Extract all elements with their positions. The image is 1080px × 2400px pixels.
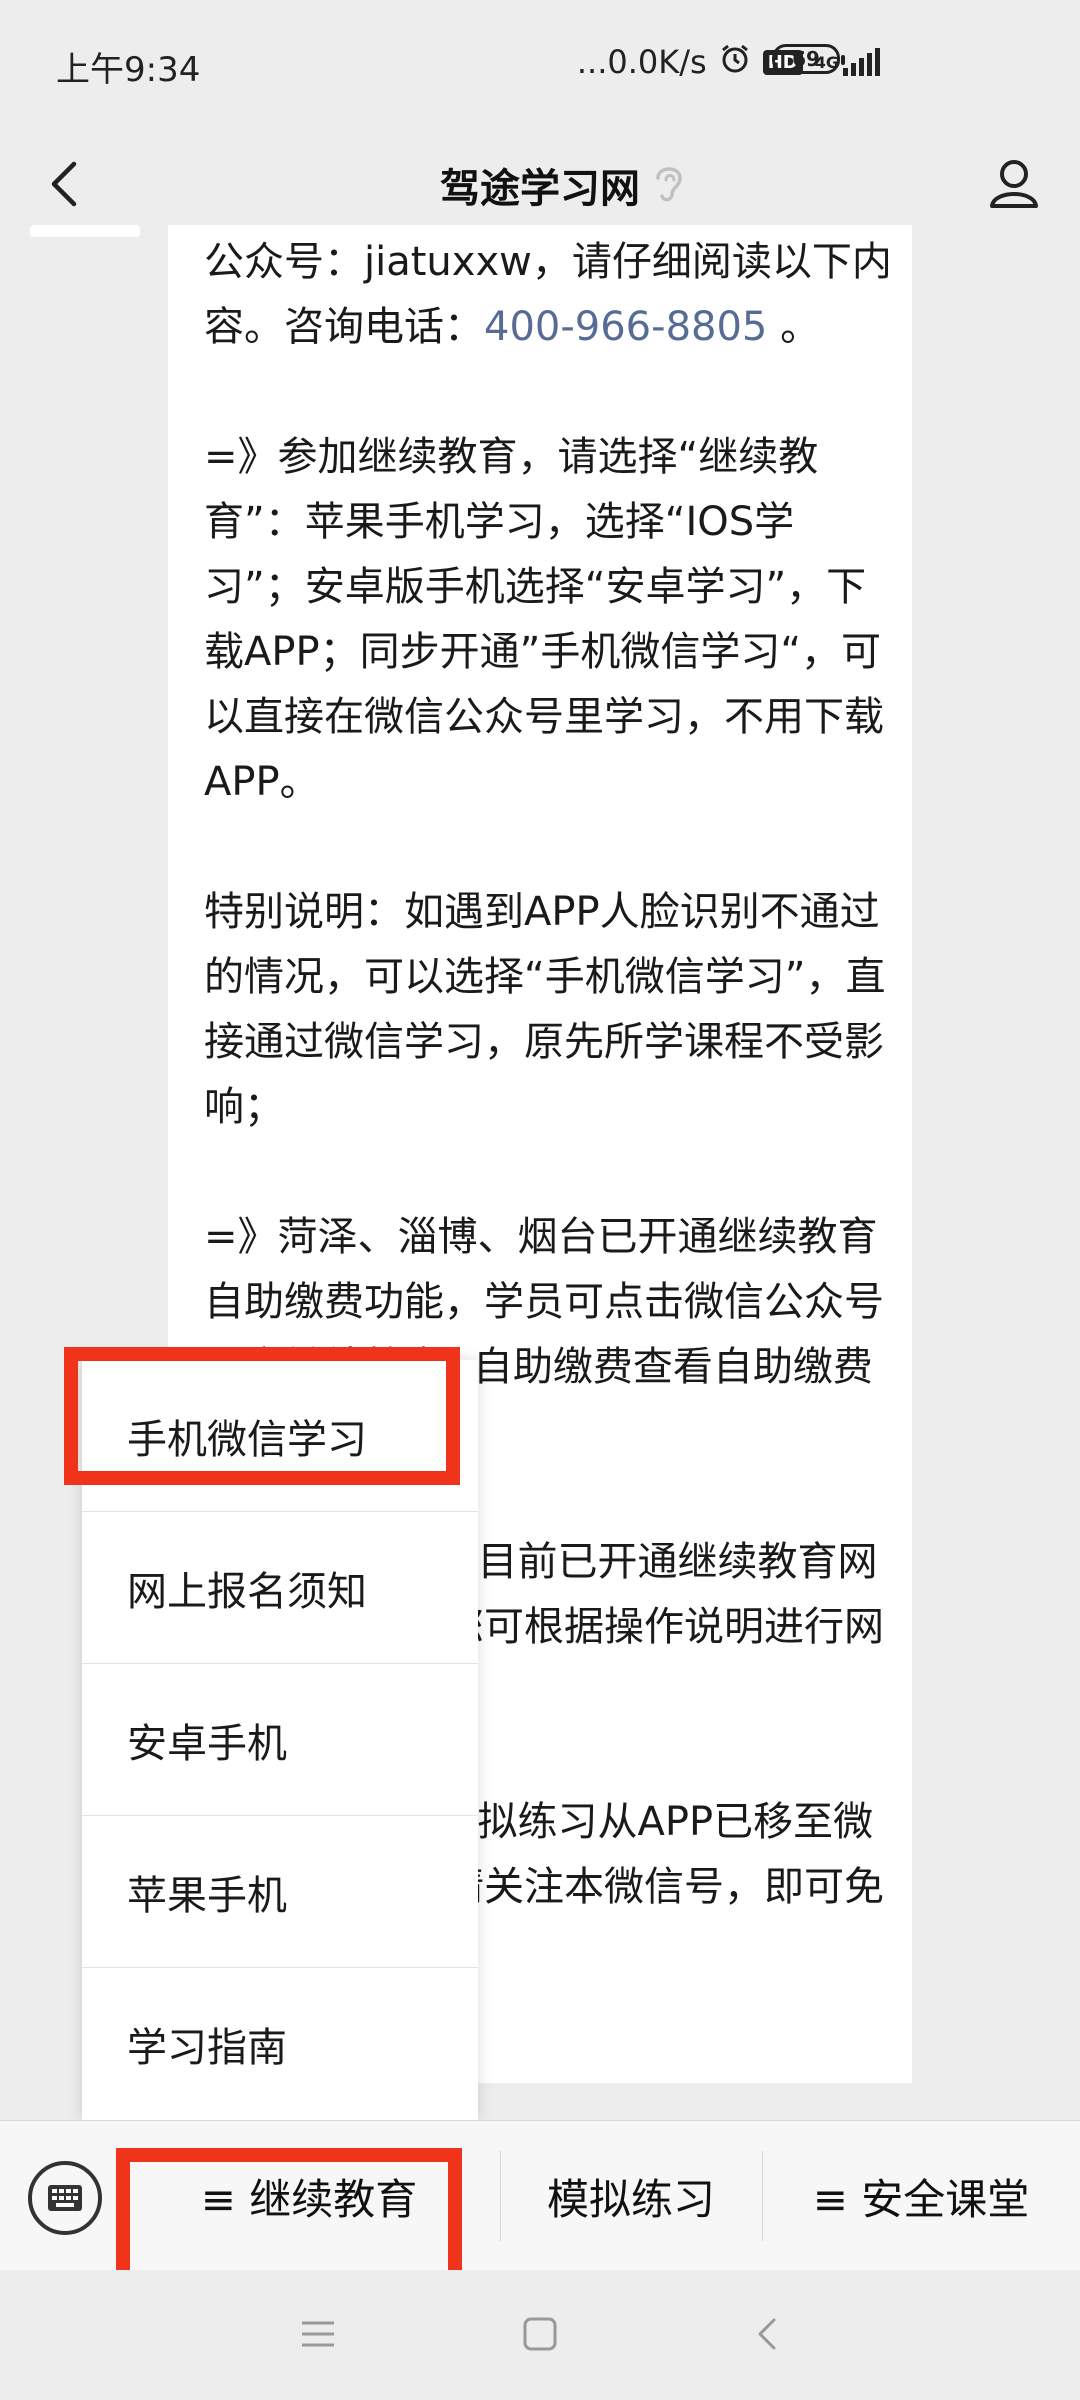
battery-icon: 69 [772, 44, 845, 74]
page-title: 驾途学习网 [440, 166, 640, 212]
recent-apps-icon[interactable] [298, 2314, 338, 2354]
alarm-icon [719, 42, 751, 82]
paragraph-intro: 公众号：jiatuxxw，请仔细阅读以下内容。咨询电话：400-966-8805… [204, 239, 892, 350]
net-speed: ...0.0K/s [576, 43, 707, 81]
highlight-box-submenu [64, 1347, 460, 1485]
paragraph-special-note: 特别说明：如遇到APP人脸识别不通过的情况，可以选择“手机微信学习”，直接通过微… [204, 889, 886, 1130]
user-icon [990, 160, 1038, 208]
paragraph-continuing-education: =》参加继续教育，请选择“继续教育”：苹果手机学习，选择“IOS学习”；安卓版手… [204, 434, 884, 805]
phone-link[interactable]: 400-966-8805 [484, 304, 767, 350]
menu-mock-practice[interactable]: 模拟练习 [500, 2161, 762, 2231]
back-nav-icon[interactable] [748, 2314, 788, 2354]
signal-icon [843, 48, 880, 76]
previous-message-edge [30, 225, 140, 237]
keyboard-icon [48, 2185, 82, 2211]
submenu-item-registration-notice[interactable]: 网上报名须知 [82, 1512, 478, 1664]
ear-icon [652, 160, 686, 206]
submenu-item-study-guide[interactable]: 学习指南 [82, 1968, 478, 2120]
submenu-item-iphone[interactable]: 苹果手机 [82, 1816, 478, 1968]
home-icon[interactable] [520, 2314, 560, 2354]
nav-bar: 驾途学习网 [0, 130, 1080, 240]
keyboard-toggle-button[interactable] [28, 2161, 102, 2235]
status-time: 上午9:34 [56, 50, 201, 90]
system-nav-bar [0, 2270, 1080, 2400]
menu-safety-class[interactable]: ≡ 安全课堂 [762, 2161, 1080, 2231]
profile-button[interactable] [984, 152, 1044, 216]
status-bar: 上午9:34 ...0.0K/s HD 4G 69 [0, 0, 1080, 130]
submenu-item-android[interactable]: 安卓手机 [82, 1664, 478, 1816]
